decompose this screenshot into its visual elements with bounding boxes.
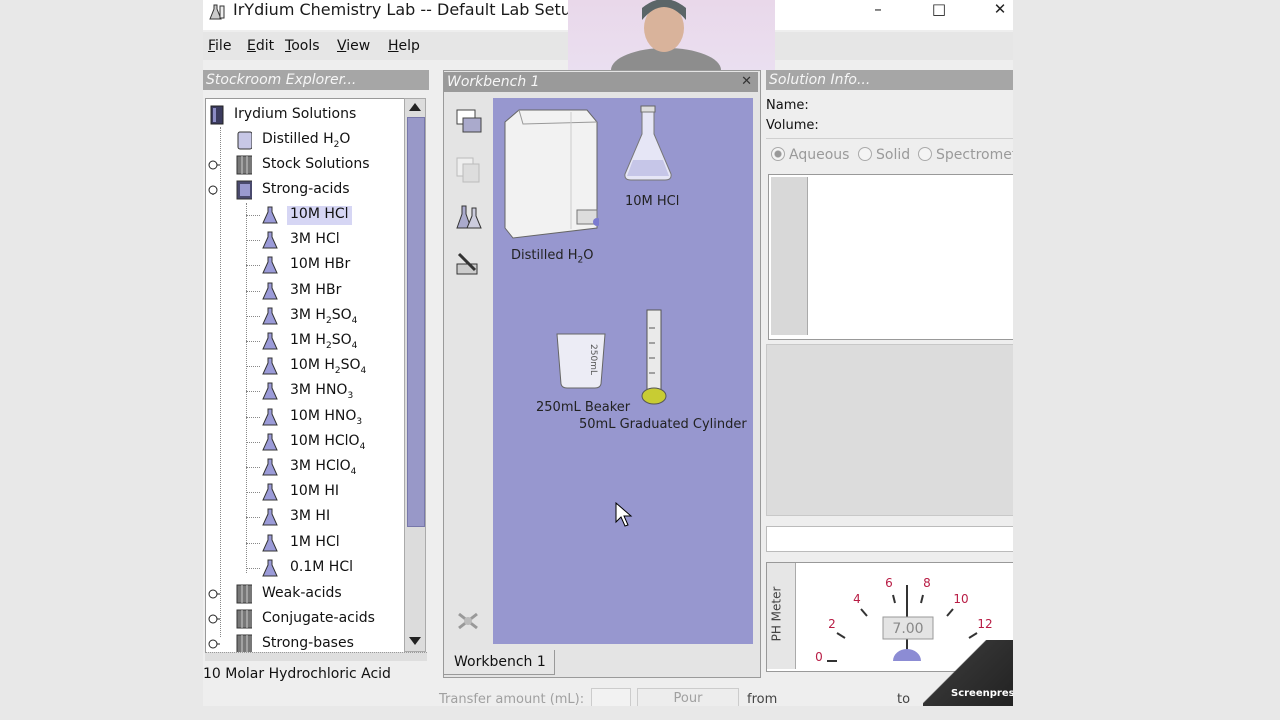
ph-tick-6: 6	[885, 576, 893, 590]
flask-tools-icon[interactable]	[453, 202, 483, 232]
flask-icon	[262, 231, 278, 249]
flask-icon	[262, 256, 278, 274]
workbench-surface[interactable]: Distilled H2O 10M HCl 250mL 250mL Beaker…	[493, 98, 753, 644]
name-label: Name:	[766, 98, 809, 113]
menu-file[interactable]: File	[208, 38, 231, 54]
hcl-flask-label: 10M HCl	[625, 194, 680, 209]
ph-tick-8: 8	[923, 576, 931, 590]
presenter-video	[611, 0, 721, 92]
view-mode-group: Aqueous Solid Spectrometer	[766, 138, 1013, 169]
solution-info-header: Solution Info...	[766, 70, 1013, 90]
flask-icon	[262, 458, 278, 476]
solution-text-field[interactable]	[766, 526, 1013, 552]
menu-edit[interactable]: Edit	[247, 38, 274, 54]
menu-view[interactable]: View	[337, 38, 370, 54]
app-window: IrYdium Chemistry Lab -- Default Lab Set…	[203, 0, 1013, 706]
expand-toggle-icon[interactable]	[208, 639, 220, 649]
minimize-button[interactable]: –	[858, 0, 898, 22]
radio-spectrometer[interactable]: Spectrometer	[918, 147, 1013, 163]
flask-icon	[262, 433, 278, 451]
mouse-cursor-icon	[615, 502, 633, 527]
distilled-water-carboy[interactable]	[499, 104, 599, 244]
stockroom-header: Stockroom Explorer...	[203, 70, 429, 90]
shelf-icon	[236, 634, 252, 653]
flask-icon	[262, 332, 278, 350]
flask-icon	[262, 282, 278, 300]
collapse-toggle-icon[interactable]	[208, 185, 220, 195]
flask-icon	[262, 508, 278, 526]
bookshelf-icon	[210, 105, 224, 125]
flask-icon	[262, 206, 278, 224]
tree-scrollbar[interactable]	[404, 98, 426, 652]
solution-visualization	[768, 174, 1013, 340]
distilled-water-label: Distilled H2O	[511, 248, 594, 266]
flask-icon	[262, 357, 278, 375]
flask-icon	[262, 307, 278, 325]
window-title: IrYdium Chemistry Lab -- Default Lab Set…	[233, 0, 582, 19]
solution-details-area	[766, 344, 1013, 516]
radio-aqueous[interactable]: Aqueous	[771, 147, 849, 163]
screenpresso-watermark: Screenpresso	[923, 640, 1013, 706]
from-label: from	[747, 692, 778, 706]
graduated-cylinder-50ml[interactable]	[639, 308, 669, 408]
beaker-250ml[interactable]: 250mL	[553, 330, 613, 390]
hcl-flask[interactable]	[619, 104, 679, 184]
solution-level-column	[771, 177, 808, 335]
water-jug-icon	[237, 131, 252, 150]
stockroom-tree: Irydium Solutions Distilled H2O Stock So…	[205, 98, 405, 654]
workbench-close-button[interactable]: ✕	[741, 72, 752, 92]
scroll-up-icon[interactable]	[408, 101, 422, 113]
cylinder-label: 50mL Graduated Cylinder	[579, 417, 747, 432]
tab-workbench-1[interactable]: Workbench 1	[443, 650, 555, 675]
ph-meter-label: PH Meter	[769, 586, 784, 642]
scroll-down-icon[interactable]	[408, 635, 422, 647]
ph-tick-4: 4	[853, 592, 861, 606]
expand-toggle-icon[interactable]	[208, 160, 220, 170]
beaker-label: 250mL Beaker	[536, 400, 631, 415]
menu-tools[interactable]: Tools	[285, 38, 320, 54]
transfer-amount-label: Transfer amount (mL):	[439, 692, 585, 706]
copy-tool-icon[interactable]	[453, 154, 483, 184]
shelf-icon	[236, 155, 252, 175]
splitter[interactable]	[205, 652, 427, 661]
flask-icon	[262, 408, 278, 426]
svg-text:250mL: 250mL	[588, 344, 598, 375]
close-button[interactable]: ✕	[980, 0, 1013, 22]
shelf-icon	[236, 609, 252, 629]
flask-icon	[262, 483, 278, 501]
volume-label: Volume:	[766, 118, 819, 133]
status-description: 10 Molar Hydrochloric Acid	[203, 666, 391, 682]
scrollbar-thumb[interactable]	[407, 117, 425, 527]
flask-icon	[262, 559, 278, 577]
ph-tick-2: 2	[828, 617, 836, 631]
radio-solid[interactable]: Solid	[858, 147, 910, 163]
ph-tick-0: 0	[815, 650, 823, 664]
workbench-title: Workbench 1	[447, 74, 540, 90]
flask-icon	[262, 534, 278, 552]
expand-toggle-icon[interactable]	[208, 614, 220, 624]
shelf-open-icon	[236, 180, 252, 200]
stockroom-tool-icon[interactable]	[453, 106, 483, 136]
ph-value: 7.00	[892, 621, 923, 637]
transfer-amount-input[interactable]	[591, 688, 631, 706]
ph-tick-12: 12	[977, 617, 992, 631]
shelf-icon	[236, 584, 252, 604]
pour-button[interactable]: Pour	[637, 688, 739, 706]
workbench-header: Workbench 1 ✕	[444, 72, 758, 92]
app-logo-icon	[209, 4, 225, 20]
ph-meter-side: PH Meter	[767, 563, 796, 669]
maximize-button[interactable]: □	[919, 0, 959, 22]
webcam-overlay	[568, 0, 775, 92]
ph-tick-10: 10	[953, 592, 968, 606]
to-label: to	[897, 692, 911, 706]
settings-tools-icon[interactable]	[453, 250, 483, 280]
menu-help[interactable]: Help	[388, 38, 420, 54]
expand-toggle-icon[interactable]	[208, 589, 220, 599]
trash-bench-icon[interactable]	[453, 604, 483, 634]
flask-icon	[262, 382, 278, 400]
